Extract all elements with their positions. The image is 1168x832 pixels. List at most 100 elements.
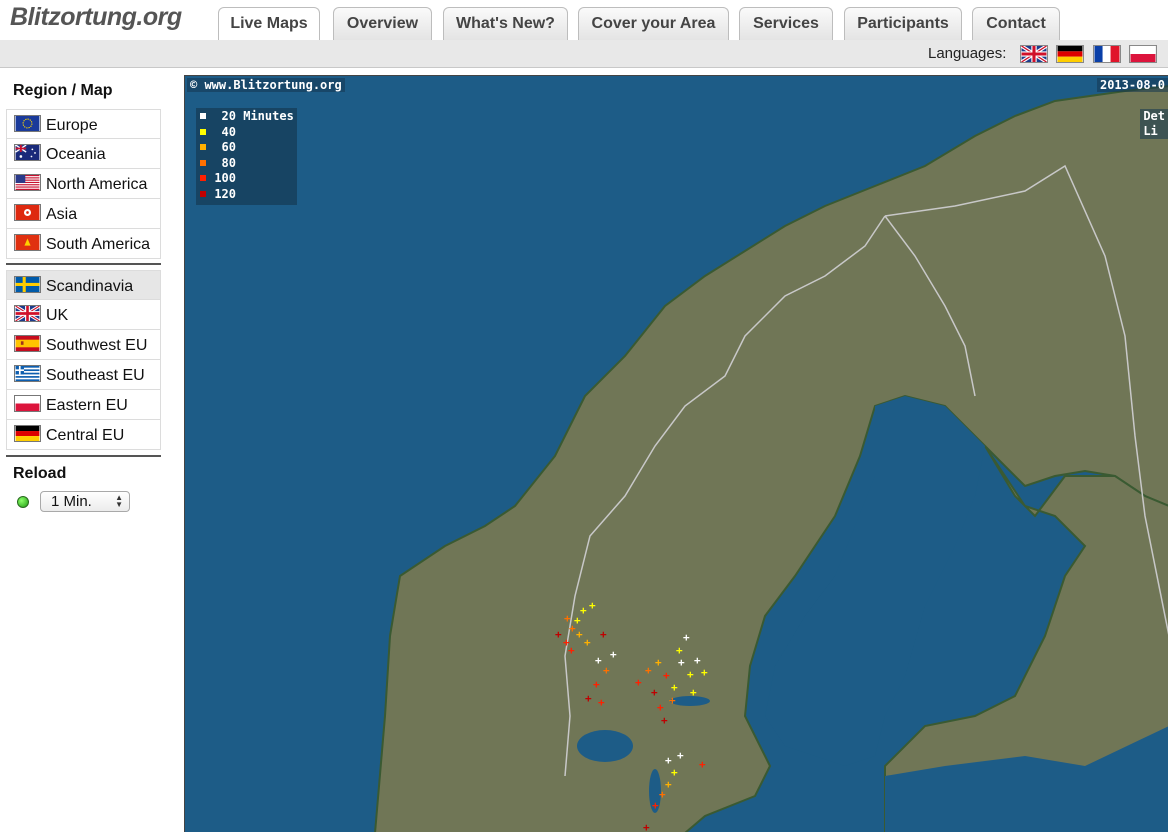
legend-row: 40 — [199, 125, 294, 141]
legend-swatch-icon — [200, 159, 206, 166]
tab-services[interactable]: Services — [739, 7, 833, 40]
strike-mark: + — [671, 681, 678, 694]
strike-mark: + — [677, 749, 684, 762]
tab-participants[interactable]: Participants — [844, 7, 962, 40]
region-label: Europe — [46, 117, 98, 134]
language-bar: Languages: — [0, 40, 1168, 68]
sweden-flag-icon — [14, 276, 41, 293]
strike-mark: + — [589, 599, 596, 612]
site-logo[interactable]: Blitzortung.org — [10, 3, 182, 32]
region-north-america[interactable]: North America — [6, 169, 161, 199]
strike-mark: + — [669, 694, 676, 707]
map-canvas: + + + + + + + + + + + + + + + + + + + + … — [374, 85, 1168, 832]
map-watermark: © www.Blitzortung.org — [187, 78, 345, 92]
greece-flag-icon — [14, 365, 41, 382]
tab-cover-your-area[interactable]: Cover your Area — [578, 7, 729, 40]
strike-mark: + — [580, 604, 587, 617]
region-list: Scandinavia UK Southwest EU Southeast EU… — [6, 270, 161, 450]
strike-mark: + — [652, 799, 659, 812]
strike-mark: + — [651, 686, 658, 699]
region-central-eu[interactable]: Central EU — [6, 420, 161, 450]
region-label: Southeast EU — [46, 367, 145, 384]
strike-mark: + — [661, 714, 668, 727]
region-label: UK — [46, 307, 69, 324]
continent-list: Europe Oceania North America Asia South … — [6, 109, 161, 259]
tab-contact[interactable]: Contact — [972, 7, 1060, 40]
strike-mark: + — [665, 778, 672, 791]
tab-live-maps[interactable]: Live Maps — [218, 7, 320, 40]
strike-mark: + — [690, 686, 697, 699]
uk-flag-icon — [14, 305, 41, 322]
strike-mark: + — [598, 696, 605, 709]
select-arrows-icon: ▲ ▼ — [115, 493, 123, 509]
strike-mark: + — [678, 656, 685, 669]
legend-row: 100 — [199, 171, 294, 187]
strike-mark: + — [595, 654, 602, 667]
usa-flag-icon — [14, 174, 41, 191]
strike-mark: + — [701, 666, 708, 679]
region-eastern-eu[interactable]: Eastern EU — [6, 390, 161, 420]
strike-mark: + — [676, 644, 683, 657]
reload-heading: Reload — [13, 465, 67, 482]
sidebar-divider — [6, 263, 161, 265]
status-indicator-icon — [17, 496, 29, 508]
strike-mark: + — [687, 668, 694, 681]
strike-mark: + — [584, 636, 591, 649]
south-america-flag-icon — [14, 234, 41, 251]
region-uk[interactable]: UK — [6, 300, 161, 330]
legend-swatch-icon — [200, 113, 206, 119]
sidebar: Region / Map Europe Oceania North Americ… — [0, 69, 170, 832]
region-scandinavia[interactable]: Scandinavia — [6, 270, 161, 300]
strike-mark: + — [683, 631, 690, 644]
legend-swatch-icon — [200, 190, 206, 197]
germany-flag-icon[interactable] — [1056, 45, 1084, 63]
tab-overview[interactable]: Overview — [333, 7, 432, 40]
region-label: Asia — [46, 206, 78, 223]
strike-mark: + — [694, 654, 701, 667]
legend-row: 120 — [199, 187, 294, 203]
lightning-map[interactable]: + + + + + + + + + + + + + + + + + + + + … — [184, 75, 1168, 832]
hongkong-flag-icon — [14, 204, 41, 221]
france-flag-icon[interactable] — [1093, 45, 1121, 63]
strike-mark: + — [699, 758, 706, 771]
map-side-text: Det Li — [1140, 109, 1168, 139]
strike-mark: + — [671, 766, 678, 779]
spain-flag-icon — [14, 335, 41, 352]
region-southeast-eu[interactable]: Southeast EU — [6, 360, 161, 390]
legend-swatch-icon — [200, 175, 206, 182]
strike-mark: + — [585, 692, 592, 705]
lake-vanern — [577, 730, 633, 762]
region-oceania[interactable]: Oceania — [6, 139, 161, 169]
strike-mark: + — [576, 628, 583, 641]
sidebar-divider — [6, 455, 161, 457]
region-label: Central EU — [46, 427, 125, 444]
region-label: South America — [46, 236, 151, 253]
eu-flag-icon — [14, 115, 41, 132]
region-label: Southwest EU — [46, 337, 148, 354]
strike-mark: + — [603, 664, 610, 677]
strike-mark: + — [655, 656, 662, 669]
uk-flag-icon[interactable] — [1020, 45, 1048, 63]
region-map-heading: Region / Map — [13, 82, 113, 99]
tab-whats-new[interactable]: What's New? — [443, 7, 568, 40]
strike-mark: + — [555, 628, 562, 641]
strike-mark: + — [568, 644, 575, 657]
region-europe[interactable]: Europe — [6, 109, 161, 139]
australia-flag-icon — [14, 144, 41, 161]
region-south-america[interactable]: South America — [6, 229, 161, 259]
region-label: Oceania — [46, 146, 106, 163]
region-asia[interactable]: Asia — [6, 199, 161, 229]
strike-mark: + — [657, 701, 664, 714]
region-label: Scandinavia — [46, 278, 134, 295]
strike-mark: + — [593, 678, 600, 691]
map-date: 2013-08-0 — [1096, 78, 1168, 92]
top-bar: Blitzortung.org Live Maps Overview What'… — [0, 0, 1168, 40]
age-legend: 20 Minutes 40 60 80 100 120 — [196, 108, 297, 205]
region-southwest-eu[interactable]: Southwest EU — [6, 330, 161, 360]
poland-flag-icon[interactable] — [1129, 45, 1157, 63]
reload-interval-select[interactable]: 1 Min. ▲ ▼ — [40, 491, 130, 512]
strike-mark: + — [610, 648, 617, 661]
strike-mark: + — [659, 788, 666, 801]
poland-flag-icon — [14, 395, 41, 412]
region-label: Eastern EU — [46, 397, 128, 414]
